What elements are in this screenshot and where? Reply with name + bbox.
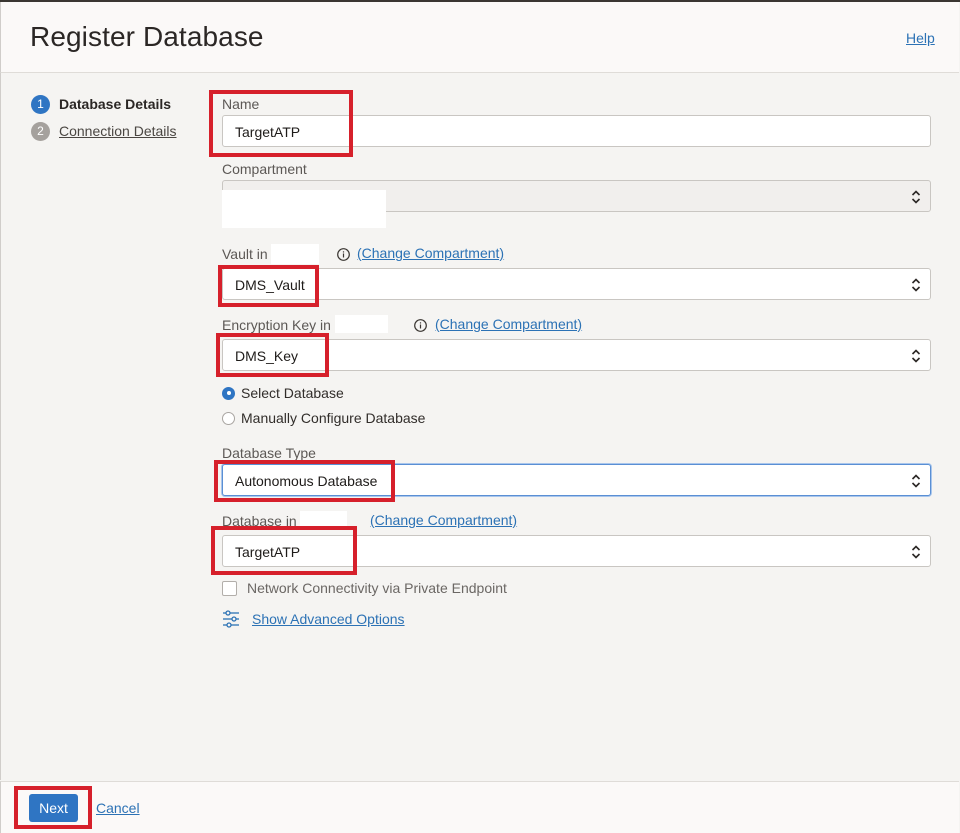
panel-footer (0, 781, 959, 833)
encryption-key-label: Encryption Key in (222, 317, 331, 333)
radio-unchecked-icon (222, 411, 235, 425)
info-icon[interactable] (414, 319, 427, 332)
panel-header: Register Database Help (0, 2, 959, 73)
vault-change-compartment-link[interactable]: (Change Compartment) (357, 245, 504, 261)
step-label: Connection Details (59, 123, 177, 139)
step-label: Database Details (59, 96, 172, 112)
database-change-compartment-link[interactable]: (Change Compartment) (370, 512, 517, 528)
radio-manually-configure[interactable]: Manually Configure Database (222, 410, 425, 426)
page-title: Register Database (30, 21, 264, 52)
select-arrows-icon (911, 349, 921, 363)
database-type-label: Database Type (222, 445, 316, 461)
encryption-key-value: DMS_Key (235, 348, 299, 364)
name-value: TargetATP (235, 124, 301, 140)
private-endpoint-option[interactable]: Network Connectivity via Private Endpoin… (222, 580, 507, 596)
sliders-icon (223, 610, 239, 628)
radio-label: Select Database (241, 385, 344, 401)
name-label: Name (222, 96, 260, 112)
select-arrows-icon (911, 474, 921, 488)
radio-select-database[interactable]: Select Database (222, 385, 344, 401)
info-icon[interactable] (337, 248, 350, 261)
cancel-link[interactable]: Cancel (96, 800, 140, 816)
private-endpoint-checkbox[interactable] (222, 580, 237, 596)
key-change-compartment-link[interactable]: (Change Compartment) (435, 316, 582, 332)
encryption-key-select[interactable]: DMS_Key (222, 339, 931, 371)
radio-label: Manually Configure Database (241, 410, 426, 426)
help-link[interactable]: Help (906, 30, 935, 46)
next-button[interactable]: Next (29, 794, 78, 822)
database-label: Database in (222, 513, 297, 529)
select-arrows-icon (911, 545, 921, 559)
private-endpoint-label: Network Connectivity via Private Endpoin… (247, 580, 507, 596)
vault-label: Vault in (222, 246, 268, 262)
step-connection-details[interactable]: 2 Connection Details (31, 121, 177, 141)
radio-checked-icon (222, 386, 235, 400)
database-type-select[interactable]: Autonomous Database (222, 464, 931, 496)
compartment-label: Compartment (222, 161, 307, 177)
select-arrows-icon (911, 278, 921, 292)
step-number-badge: 2 (31, 121, 50, 141)
select-arrows-icon (911, 190, 921, 204)
redacted-key-compartment (335, 315, 388, 333)
redacted-vault-compartment (271, 244, 319, 264)
advanced-options[interactable]: Show Advanced Options (222, 610, 405, 628)
step-database-details[interactable]: 1 Database Details (31, 94, 171, 114)
database-select[interactable]: TargetATP (222, 535, 931, 567)
database-type-value: Autonomous Database (235, 473, 378, 489)
step-number-badge: 1 (31, 94, 50, 114)
database-value: TargetATP (235, 544, 301, 560)
vault-select[interactable]: DMS_Vault (222, 268, 931, 300)
show-advanced-options-link[interactable]: Show Advanced Options (252, 611, 405, 627)
redacted-compartment (222, 190, 386, 228)
name-input[interactable]: TargetATP (222, 115, 931, 147)
vault-value: DMS_Vault (235, 277, 305, 293)
redacted-database-compartment (300, 511, 347, 529)
